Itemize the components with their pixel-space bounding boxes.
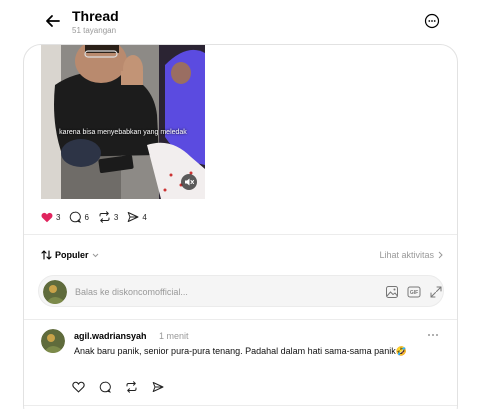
- top-bar: Thread 51 tayangan: [0, 0, 500, 44]
- views-count: 51 tayangan: [72, 26, 117, 35]
- back-arrow-icon[interactable]: [43, 11, 63, 31]
- activity-label: Lihat aktivitas: [379, 250, 434, 260]
- like-button[interactable]: 3: [41, 212, 60, 223]
- comment-avatar[interactable]: [41, 329, 65, 353]
- more-circle-icon[interactable]: [424, 13, 440, 29]
- mute-button[interactable]: [181, 174, 197, 190]
- heart-filled-icon: [41, 212, 53, 222]
- divider: [24, 319, 457, 320]
- comment-text: Anak baru panik, senior pura-pura tenang…: [74, 346, 407, 356]
- divider: [24, 234, 457, 235]
- like-count: 3: [56, 212, 61, 222]
- heart-icon: [72, 381, 85, 393]
- comment-like-button[interactable]: [72, 381, 85, 393]
- avatar: [43, 280, 67, 304]
- speech-bubble-icon: [99, 381, 111, 393]
- comment-action-bar: [72, 381, 178, 393]
- post-video[interactable]: karena bisa menyebabkan yang meledak: [41, 45, 205, 199]
- expand-icon[interactable]: [429, 285, 443, 299]
- speech-bubble-icon: [70, 211, 82, 223]
- comment-more-icon[interactable]: [426, 330, 440, 340]
- send-icon: [152, 382, 164, 392]
- chevron-down-icon: [92, 253, 98, 257]
- divider: [24, 405, 457, 406]
- comment-button[interactable]: 6: [69, 211, 89, 223]
- post-action-bar: 3 6 3 4: [41, 210, 156, 224]
- gif-icon[interactable]: GIF: [407, 285, 421, 299]
- comment-count: 6: [84, 212, 89, 222]
- send-icon: [128, 212, 139, 222]
- repost-count: 3: [113, 212, 119, 222]
- svg-text:GIF: GIF: [410, 290, 418, 296]
- comment-username[interactable]: agil.wadriansyah: [74, 331, 147, 341]
- sort-arrows-icon: [41, 250, 52, 260]
- video-caption: karena bisa menyebabkan yang meledak: [59, 129, 187, 136]
- image-icon[interactable]: [385, 285, 399, 299]
- comment-timestamp: 1 menit: [159, 331, 189, 341]
- repost-icon: [99, 211, 110, 223]
- comment-repost-button[interactable]: [125, 381, 138, 393]
- sort-row: Populer Lihat aktivitas: [41, 250, 443, 262]
- comment-reply-button[interactable]: [99, 381, 111, 393]
- page-title: Thread: [72, 8, 119, 24]
- sort-dropdown[interactable]: Populer: [41, 250, 99, 260]
- chevron-right-icon: [438, 251, 443, 259]
- speaker-muted-icon: [185, 178, 194, 186]
- reply-composer: GIF: [38, 275, 444, 307]
- share-count: 4: [142, 212, 147, 222]
- repost-icon: [126, 381, 137, 393]
- view-activity-link[interactable]: Lihat aktivitas: [379, 250, 443, 260]
- title-group: Thread 51 tayangan: [72, 8, 119, 37]
- repost-button[interactable]: 3: [98, 211, 118, 223]
- sort-label: Populer: [55, 250, 89, 260]
- thread-card: karena bisa menyebabkan yang meledak 3 6: [23, 44, 458, 409]
- share-button[interactable]: 4: [127, 211, 147, 223]
- reply-input[interactable]: [75, 285, 355, 299]
- comment-share-button[interactable]: [152, 381, 164, 393]
